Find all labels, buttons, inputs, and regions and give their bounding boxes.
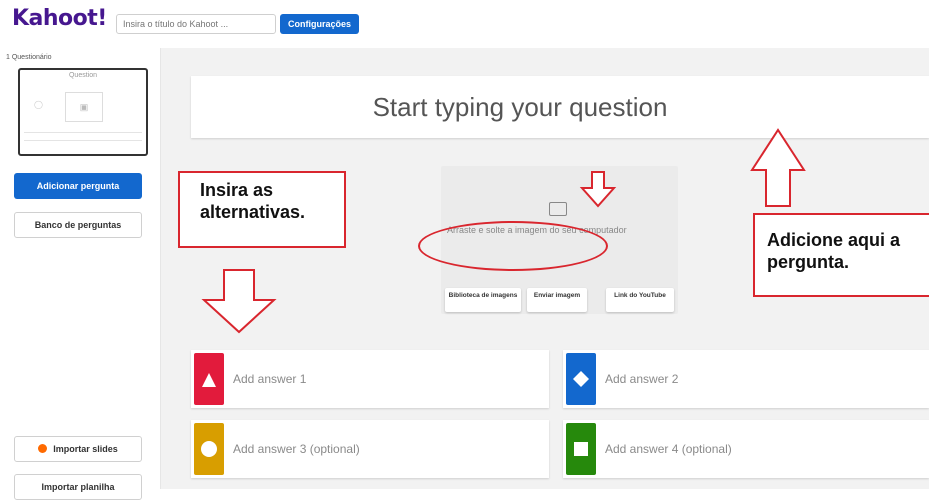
up-arrow-icon [750, 128, 806, 207]
down-arrow-icon [201, 269, 277, 334]
down-arrow-icon [579, 171, 617, 208]
annotation-arrows [201, 128, 806, 334]
